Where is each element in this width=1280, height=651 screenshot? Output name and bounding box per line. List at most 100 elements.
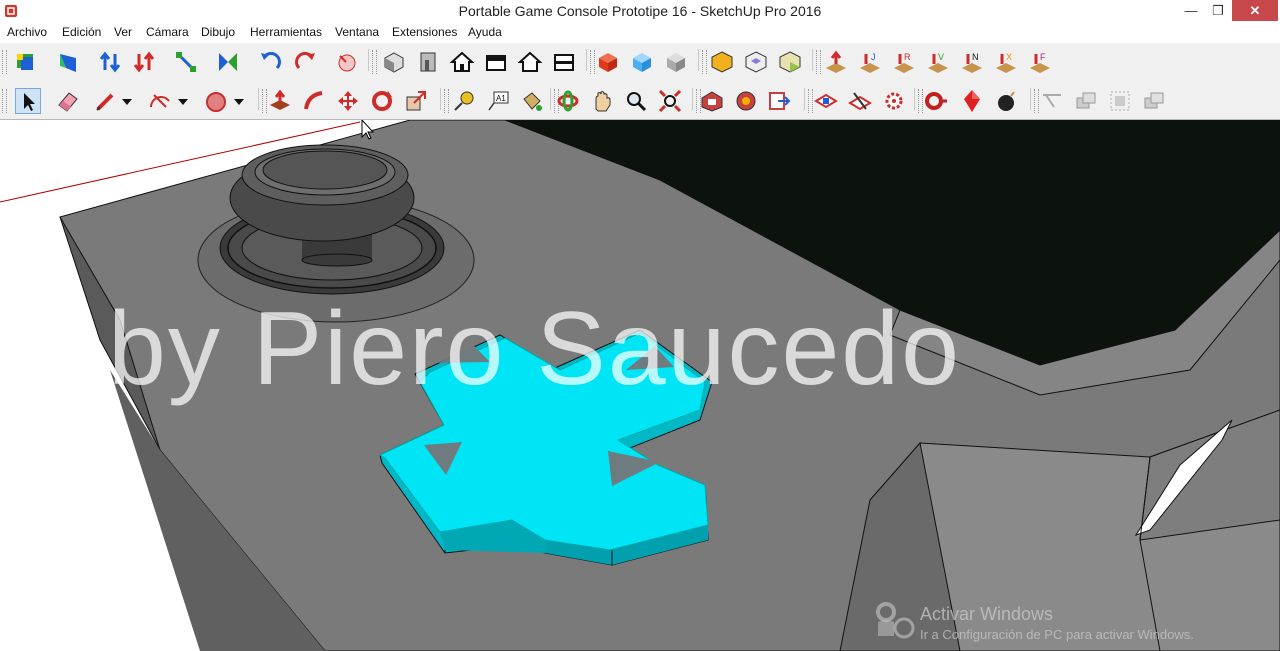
toolbar-grip[interactable] xyxy=(816,50,821,74)
polygon-icon[interactable] xyxy=(204,89,228,113)
eraser-icon[interactable] xyxy=(56,89,80,113)
add-n-icon[interactable]: N xyxy=(960,50,984,74)
layer-disabled-icon[interactable] xyxy=(1074,89,1098,113)
toolbar-separator xyxy=(368,49,369,71)
push-down-icon[interactable] xyxy=(132,50,156,74)
scale-icon[interactable] xyxy=(404,89,428,113)
select-arrow-icon[interactable] xyxy=(15,88,41,114)
arc-icon[interactable] xyxy=(148,89,172,113)
rotate-icon[interactable] xyxy=(370,89,394,113)
menu-extensiones[interactable]: Extensiones xyxy=(392,25,457,39)
pointer-disabled-icon[interactable] xyxy=(1040,89,1064,113)
toolbar-group-draw xyxy=(2,85,256,117)
window-title: Portable Game Console Prototipe 16 - Ske… xyxy=(458,3,822,19)
toolbar-grip[interactable] xyxy=(2,50,7,74)
toolbar-grip[interactable] xyxy=(918,89,923,113)
menu-ventana[interactable]: Ventana xyxy=(335,25,379,39)
send-icon[interactable] xyxy=(768,89,792,113)
menu-herramientas[interactable]: Herramientas xyxy=(250,25,322,39)
toolbar-grip[interactable] xyxy=(372,50,377,74)
gem-icon[interactable] xyxy=(960,89,984,113)
push-up-icon[interactable] xyxy=(98,50,122,74)
ruby-console-icon[interactable] xyxy=(924,89,948,113)
toolbar-grip[interactable] xyxy=(1034,89,1039,113)
blue-cube-icon[interactable] xyxy=(630,50,654,74)
group-disabled-icon[interactable] xyxy=(1108,89,1132,113)
menu-ayuda[interactable]: Ayuda xyxy=(468,25,502,39)
add-v-icon[interactable]: V xyxy=(926,50,950,74)
section-cut-icon[interactable] xyxy=(848,89,872,113)
paint-face-icon[interactable] xyxy=(56,50,80,74)
add-x-icon[interactable]: X xyxy=(994,50,1018,74)
tape-measure-icon[interactable] xyxy=(452,89,476,113)
stack-disabled-icon[interactable] xyxy=(1142,89,1166,113)
paint-bucket-icon[interactable] xyxy=(520,89,544,113)
orbit-icon[interactable] xyxy=(556,89,580,113)
toolbar-group-disabled xyxy=(1034,85,1174,117)
toolbar-group-solids xyxy=(702,46,808,78)
toolbar-group-construct: A1 xyxy=(444,85,548,117)
pan-icon[interactable] xyxy=(590,89,614,113)
follow-me-icon[interactable] xyxy=(302,89,326,113)
toolbar-grip[interactable] xyxy=(444,89,449,113)
extensions-icon[interactable] xyxy=(734,89,758,113)
text-label-icon[interactable]: A1 xyxy=(486,89,510,113)
toolbar-grip[interactable] xyxy=(2,89,7,113)
windows-activation-icon xyxy=(876,602,915,639)
iso-view-icon[interactable] xyxy=(382,50,406,74)
toolbar-group-styles xyxy=(590,46,694,78)
pencil-icon[interactable] xyxy=(94,89,118,113)
add-j-icon[interactable]: J xyxy=(858,50,882,74)
menu-camara[interactable]: Cámara xyxy=(146,25,189,39)
bomb-icon[interactable] xyxy=(994,89,1018,113)
polygon-dropdown-icon[interactable] xyxy=(232,89,246,113)
restore-button[interactable]: ❐ xyxy=(1203,0,1233,21)
solid-union-icon[interactable] xyxy=(710,50,734,74)
close-button[interactable]: ✕ xyxy=(1232,0,1278,21)
top-view-icon[interactable] xyxy=(484,50,508,74)
zoom-extents-icon[interactable] xyxy=(658,89,682,113)
box-view-icon[interactable] xyxy=(552,50,576,74)
push-pull-icon[interactable] xyxy=(268,89,292,113)
activation-title: Activar Windows xyxy=(920,604,1054,624)
toolbar-grip[interactable] xyxy=(590,50,595,74)
gray-cube-icon[interactable] xyxy=(664,50,688,74)
toolbar-grip[interactable] xyxy=(262,89,267,113)
flip-icon[interactable] xyxy=(216,50,240,74)
scale-diagonal-icon[interactable] xyxy=(174,50,198,74)
warehouse-icon[interactable] xyxy=(700,89,724,113)
red-cube-icon[interactable] xyxy=(596,50,620,74)
toolbar-group-tools xyxy=(918,85,1028,117)
house-view-icon[interactable] xyxy=(450,50,474,74)
model-viewport[interactable]: by Piero Saucedo xyxy=(0,120,1280,651)
move-icon[interactable] xyxy=(336,89,360,113)
arc-dropdown-icon[interactable] xyxy=(176,89,190,113)
menu-ver[interactable]: Ver xyxy=(114,25,132,39)
toolbar-separator xyxy=(698,49,699,71)
toolbar-grip[interactable] xyxy=(702,50,707,74)
rotate-right-icon[interactable] xyxy=(294,50,318,74)
menu-edicion[interactable]: Edición xyxy=(62,25,101,39)
menu-archivo[interactable]: Archivo xyxy=(7,25,47,39)
solid-intersect-icon[interactable] xyxy=(744,50,768,74)
pencil-dropdown-icon[interactable] xyxy=(120,89,134,113)
author-watermark: by Piero Saucedo xyxy=(108,291,961,407)
undo-style-icon[interactable] xyxy=(334,50,358,74)
rotate-left-icon[interactable] xyxy=(258,50,282,74)
add-f-icon[interactable]: F xyxy=(1028,50,1052,74)
svg-text:A1: A1 xyxy=(496,94,506,103)
zoom-icon[interactable] xyxy=(624,89,648,113)
house-outline-icon[interactable] xyxy=(518,50,542,74)
gear-settings-icon[interactable] xyxy=(882,89,906,113)
minimize-button[interactable]: — xyxy=(1176,0,1206,21)
toolbar-grip[interactable] xyxy=(808,89,813,113)
select-color-icon[interactable] xyxy=(14,50,38,74)
toolbar-separator xyxy=(258,88,259,110)
front-door-icon[interactable] xyxy=(416,50,440,74)
toolbar-group-add: J R V N X F xyxy=(816,46,1062,78)
section-plane-icon[interactable] xyxy=(814,89,838,113)
add-r-icon[interactable]: R xyxy=(892,50,916,74)
solid-subtract-icon[interactable] xyxy=(778,50,802,74)
menu-dibujo[interactable]: Dibujo xyxy=(201,25,235,39)
add-red-icon[interactable] xyxy=(824,50,848,74)
